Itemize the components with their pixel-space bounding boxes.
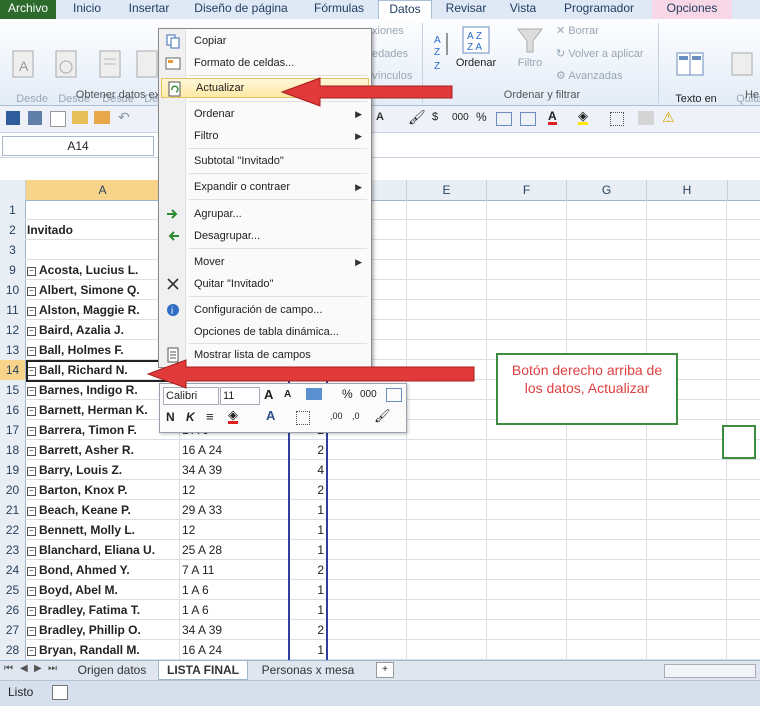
annotation-arrows <box>146 77 475 389</box>
arrow-to-row-14 <box>146 359 475 389</box>
arrow-to-actualizar <box>280 77 453 107</box>
